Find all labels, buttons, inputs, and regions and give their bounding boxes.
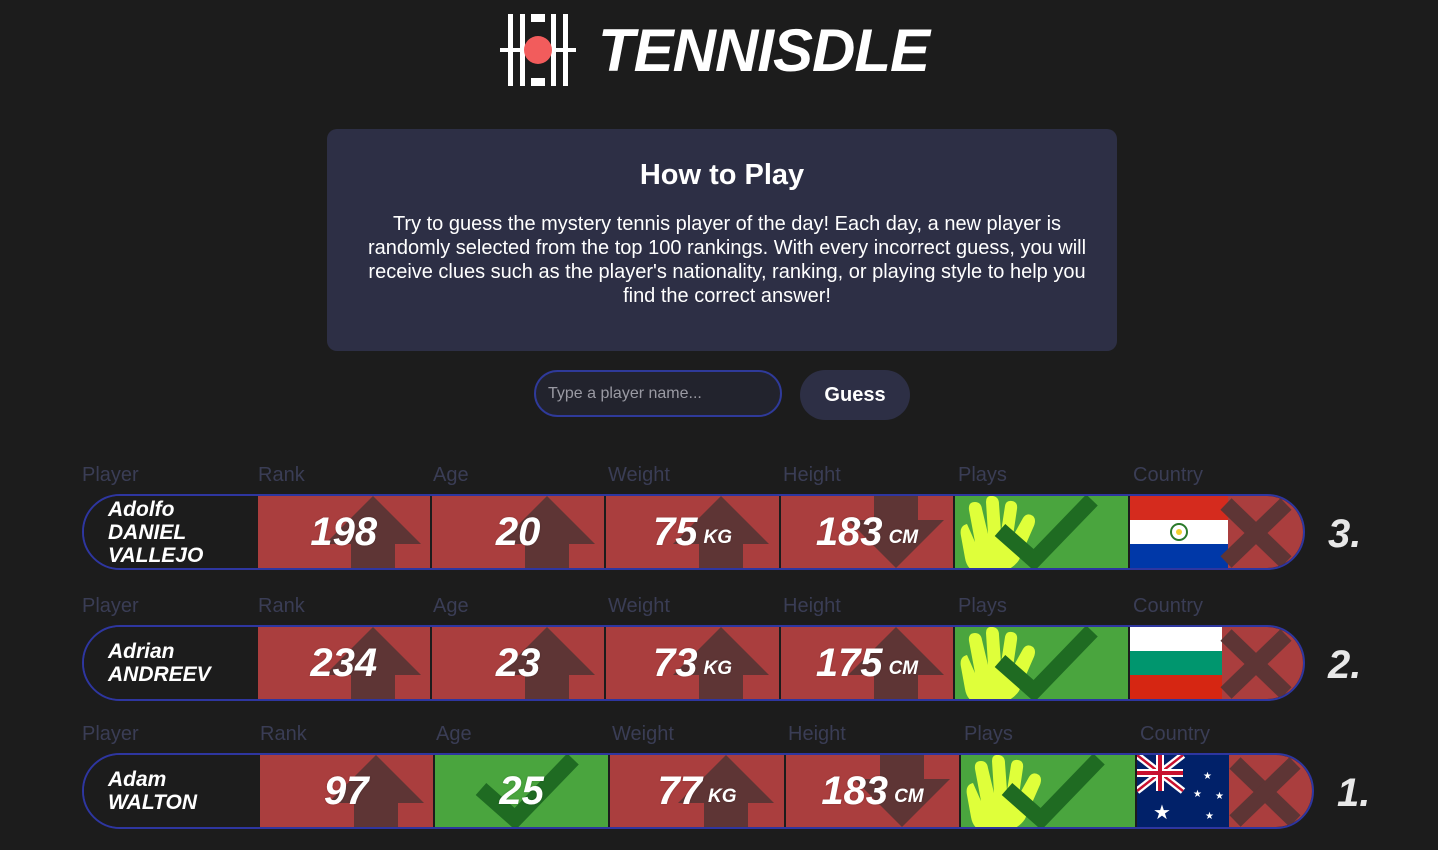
- guess-row: Adrian ANDREEV 234 23 73 KG 175 CM: [82, 625, 1305, 701]
- plays-cell: [955, 627, 1130, 699]
- column-header-player: Player: [82, 464, 139, 486]
- weight-cell: 77 KG: [610, 755, 786, 827]
- check-icon: [1001, 755, 1105, 827]
- player-name-line: DANIEL: [108, 520, 187, 544]
- player-search-input[interactable]: [534, 370, 782, 417]
- age-cell: 23: [431, 627, 607, 699]
- weight-value: 73: [653, 640, 698, 685]
- height-unit: CM: [894, 786, 924, 807]
- tennis-net-logo-icon: [500, 14, 576, 86]
- app-title: TENNISDLE: [598, 16, 930, 84]
- height-value: 175: [815, 640, 883, 685]
- guess-number: 1.: [1337, 771, 1371, 815]
- player-cell: Adolfo DANIEL VALLEJO: [84, 496, 258, 568]
- height-unit: CM: [888, 527, 919, 548]
- cross-icon: [1220, 498, 1292, 568]
- height-value: 183: [821, 768, 889, 813]
- weight-cell: 73 KG: [606, 627, 781, 699]
- country-cell: [1129, 496, 1303, 568]
- column-header-height: Height: [783, 464, 841, 486]
- cross-icon: [1229, 757, 1301, 827]
- player-cell: Adam WALTON: [84, 755, 260, 827]
- country-cell: [1129, 627, 1303, 699]
- column-header-weight: Weight: [608, 595, 670, 617]
- player-name: Adam WALTON: [108, 768, 197, 814]
- app-logo: TENNISDLE: [500, 12, 930, 88]
- weight-unit: KG: [703, 527, 733, 548]
- guess-row: Adam WALTON 97 25 77 KG 183 CM ★ ★ ★ ★ ★: [82, 753, 1314, 829]
- column-header-age: Age: [433, 464, 469, 486]
- player-name-line: ANDREEV: [108, 663, 211, 686]
- player-cell: Adrian ANDREEV: [84, 627, 258, 699]
- how-to-play-panel: How to Play Try to guess the mystery ten…: [327, 129, 1117, 351]
- weight-value: 75: [653, 509, 698, 554]
- column-header-plays: Plays: [958, 595, 1007, 617]
- rank-cell: 97: [259, 755, 435, 827]
- age-value: 25: [499, 768, 544, 813]
- how-to-play-text: Try to guess the mystery tennis player o…: [367, 213, 1087, 307]
- height-cell: 175 CM: [780, 627, 956, 699]
- column-header-age: Age: [433, 595, 469, 617]
- rank-value: 97: [323, 768, 369, 813]
- player-name: Adolfo DANIEL VALLEJO: [108, 498, 203, 567]
- plays-cell: [955, 496, 1130, 568]
- player-name-line: VALLEJO: [108, 543, 204, 567]
- column-header-plays: Plays: [964, 723, 1013, 745]
- age-value: 23: [495, 640, 541, 685]
- column-header-country: Country: [1140, 723, 1211, 745]
- guess-number: 3.: [1328, 512, 1362, 556]
- column-header-rank: Rank: [260, 723, 307, 745]
- height-cell: 183 CM: [780, 496, 956, 568]
- guess-row: Adolfo DANIEL VALLEJO 198 20 75 KG 183 CM: [82, 494, 1305, 570]
- height-value: 183: [815, 509, 883, 554]
- player-name-line: Adam: [108, 768, 167, 791]
- rank-cell: 234: [257, 627, 432, 699]
- weight-unit: KG: [703, 658, 733, 679]
- player-name-line: WALTON: [108, 791, 198, 814]
- player-name-line: Adolfo: [108, 497, 175, 521]
- column-header-player: Player: [82, 595, 139, 617]
- height-unit: CM: [888, 658, 919, 679]
- column-header-weight: Weight: [612, 723, 674, 745]
- age-cell: 25: [434, 755, 611, 827]
- weight-unit: KG: [708, 786, 737, 807]
- column-header-height: Height: [788, 723, 846, 745]
- column-header-height: Height: [783, 595, 841, 617]
- player-name-line: Adrian: [108, 640, 175, 663]
- country-cell: ★ ★ ★ ★ ★: [1136, 755, 1312, 827]
- column-header-weight: Weight: [608, 464, 670, 486]
- height-cell: 183 CM: [785, 755, 962, 827]
- guess-number: 2.: [1328, 643, 1362, 687]
- check-icon: [994, 627, 1098, 699]
- cross-icon: [1220, 629, 1292, 699]
- column-header-rank: Rank: [258, 464, 305, 486]
- weight-value: 77: [657, 768, 703, 813]
- column-header-country: Country: [1133, 464, 1204, 486]
- guess-button[interactable]: Guess: [800, 370, 910, 420]
- rank-value: 198: [310, 509, 378, 554]
- how-to-play-title: How to Play: [639, 159, 805, 191]
- column-header-player: Player: [82, 723, 139, 745]
- age-value: 20: [495, 509, 541, 554]
- column-header-age: Age: [436, 723, 472, 745]
- weight-cell: 75 KG: [606, 496, 781, 568]
- column-header-country: Country: [1133, 595, 1204, 617]
- rank-cell: 198: [257, 496, 432, 568]
- plays-cell: [961, 755, 1137, 827]
- column-header-plays: Plays: [958, 464, 1007, 486]
- check-icon: [994, 496, 1098, 568]
- player-name: Adrian ANDREEV: [108, 640, 211, 686]
- age-cell: 20: [431, 496, 607, 568]
- column-header-rank: Rank: [258, 595, 305, 617]
- rank-value: 234: [310, 640, 378, 685]
